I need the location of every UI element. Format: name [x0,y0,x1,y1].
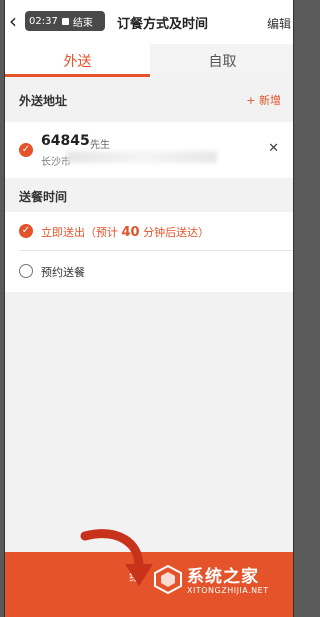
tab-pickup[interactable]: 自取 [150,44,293,77]
option-now-minutes: 40 [121,225,140,240]
watermark-text: 系统之家 [187,567,259,587]
divider [19,250,293,251]
address-selected-check-icon[interactable]: ✓ [19,143,33,157]
active-tab-indicator [5,74,150,77]
add-address-button[interactable]: + 新增 [246,92,281,108]
close-icon[interactable]: ✕ [268,141,279,156]
record-stop-label: 结束 [72,17,93,29]
header-bar: ‹ 02:37 结束 订餐方式及时间 编辑 [5,0,293,44]
page-title: 订餐方式及时间 [117,17,209,32]
option-now-suffix: 分钟后送达） [139,226,210,239]
watermark-logo-icon [154,564,182,594]
watermark: 系统之家 XITONGZHIJIA.NET [153,560,293,612]
address-name: 64845 [41,133,90,149]
address-card[interactable] [5,122,293,178]
option-now-check-icon[interactable]: ✓ [19,224,33,238]
watermark-subtext: XITONGZHIJIA.NET [187,586,269,595]
stop-icon [61,17,69,25]
address-blur [67,151,217,163]
delivery-section-title: 送餐时间 [19,190,68,204]
option-now-label[interactable]: 立即送出（预计 40 分钟后送达） [41,224,209,240]
address-honorific: 先生 [90,140,110,151]
tab-delivery[interactable]: 外送 [5,44,150,77]
option-schedule-radio[interactable] [19,264,33,278]
record-time: 02:37 [29,15,58,27]
phone-screen: ‹ 02:37 结束 订餐方式及时间 编辑 外送 自取 外送地址 + 新增 ✓ … [4,0,294,617]
option-schedule-label[interactable]: 预约送餐 [41,264,85,280]
order-type-tabs: 外送 自取 [5,44,293,77]
address-section-title: 外送地址 [19,94,68,108]
option-now-prefix: 立即送出（预计 [41,226,122,239]
pointer-arrow-icon [80,529,153,586]
screen-record-pill[interactable]: 02:37 结束 [25,11,105,31]
edit-button[interactable]: 编辑 [267,15,291,32]
